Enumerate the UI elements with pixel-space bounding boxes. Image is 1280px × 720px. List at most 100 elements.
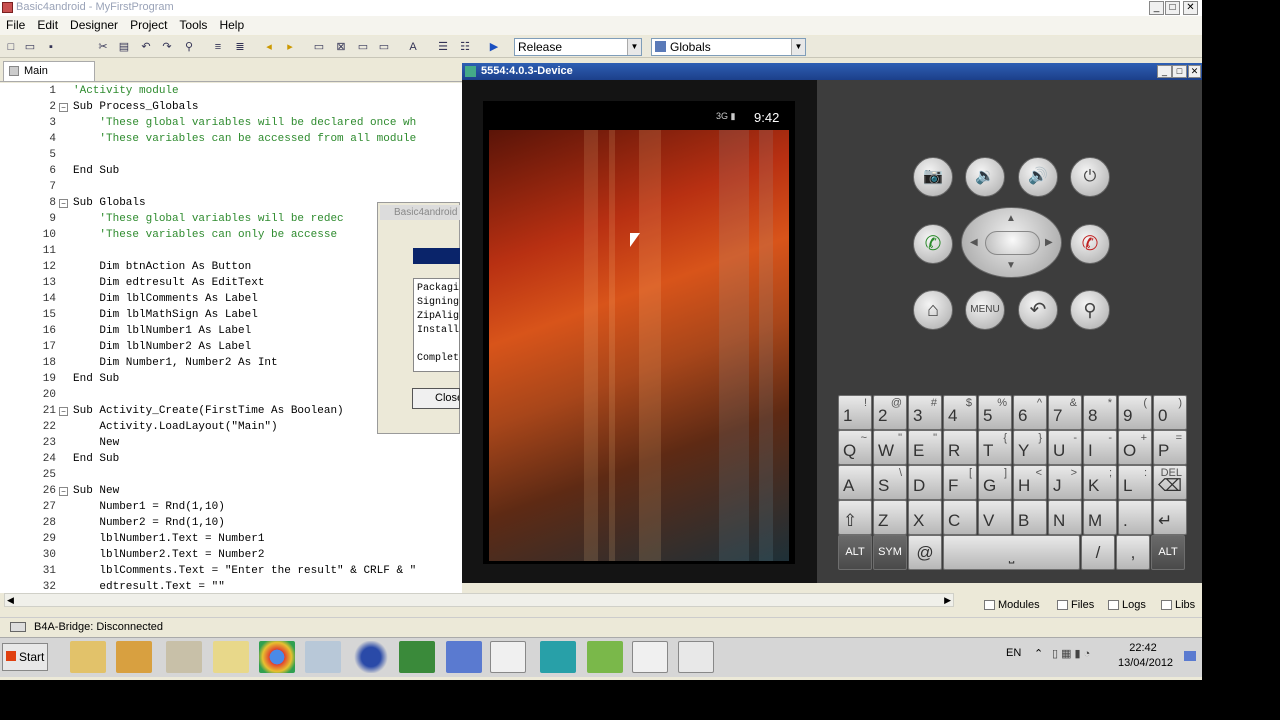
code-line[interactable]: Activity.LoadLayout("Main") [73,419,277,435]
key[interactable]: W " [873,430,907,465]
bb-taskbar-icon[interactable] [540,641,576,673]
key-comma[interactable]: , [1116,535,1150,570]
key[interactable]: 0) [1153,395,1187,430]
key[interactable]: G] [978,465,1012,500]
key[interactable]: V [978,500,1012,535]
key-sym[interactable]: SYM [873,535,907,570]
menu-project[interactable]: Project [124,16,173,35]
code-line[interactable]: edtresult.Text = "" [73,579,224,593]
dpad-left-icon[interactable]: ◀ [970,237,978,248]
code-line[interactable]: 'These variables can only be accesse [73,227,337,243]
fold-toggle-icon[interactable]: − [59,407,68,416]
key[interactable]: O + [1118,430,1152,465]
code-line[interactable]: Dim edtresult As EditText [73,275,264,291]
list-icon[interactable]: ☷ [458,40,472,54]
remove-icon[interactable]: ⊠ [334,40,348,54]
menu-designer[interactable]: Designer [64,16,124,35]
open-folder-icon[interactable]: ▭ [23,40,37,54]
paste-icon[interactable]: ▤ [117,40,131,54]
key[interactable]: B [1013,500,1047,535]
key-alt-right[interactable]: ALT [1151,535,1185,570]
code-line[interactable]: Dim Number1, Number2 As Int [73,355,277,371]
key[interactable]: A [838,465,872,500]
basic4android-taskbar-icon[interactable] [490,641,526,673]
save-icon[interactable]: ▪ [44,40,58,54]
key[interactable]: H < [1013,465,1047,500]
search-button[interactable]: ⚲ [1070,290,1110,330]
key[interactable]: I- [1083,430,1117,465]
code-line[interactable]: Dim lblComments As Label [73,291,257,307]
key-alt-left[interactable]: ALT [838,535,872,570]
horizontal-scrollbar[interactable]: ◀ ▶ [4,593,954,607]
key[interactable]: Y} [1013,430,1047,465]
start-button[interactable]: Start [2,643,48,671]
build-config-select[interactable]: Release ▼ [514,38,642,56]
key[interactable]: ↵ [1153,500,1187,535]
redo-icon[interactable]: ↷ [160,40,174,54]
code-line[interactable]: 'These global variables will be declared… [73,115,416,131]
key[interactable]: E " [908,430,942,465]
wallpaper[interactable] [489,130,789,561]
key[interactable]: J > [1048,465,1082,500]
designer-icon[interactable]: ▭ [312,40,326,54]
home-button[interactable]: ⌂ [913,290,953,330]
key[interactable]: P = [1153,430,1187,465]
key[interactable]: 7 & [1048,395,1082,430]
key-at[interactable]: @ [908,535,942,570]
notes-taskbar-icon[interactable] [213,641,249,673]
comment-icon[interactable]: ▭ [356,40,370,54]
tab-logs[interactable]: Logs [1106,596,1150,614]
network-taskbar-icon[interactable] [446,641,482,673]
tree-icon[interactable]: ☰ [436,40,450,54]
key[interactable]: M [1083,500,1117,535]
emulator-minimize-button[interactable]: _ [1157,65,1172,78]
code-line[interactable]: 'Activity module [73,83,179,99]
scroll-left-icon[interactable]: ◀ [7,595,14,606]
key[interactable]: F[ [943,465,977,500]
code-line[interactable]: Dim lblNumber2 As Label [73,339,251,355]
eclipse-taskbar-icon[interactable] [353,641,389,673]
code-line[interactable]: Dim lblMathSign As Label [73,307,257,323]
key[interactable]: 1! [838,395,872,430]
menu-edit[interactable]: Edit [31,16,64,35]
code-line[interactable]: lblNumber2.Text = Number2 [73,547,264,563]
power-button[interactable]: ⏻ [1070,157,1110,197]
tab-files[interactable]: Files [1055,596,1097,614]
cut-icon[interactable]: ✂ [96,40,110,54]
chrome-taskbar-icon[interactable] [259,641,295,673]
code-line[interactable]: End Sub [73,451,119,467]
key[interactable]: ⌫ DEL [1153,465,1187,500]
key-space[interactable]: ⎵ [943,535,1080,570]
fold-toggle-icon[interactable]: − [59,199,68,208]
volume-down-button[interactable]: 🔉 [965,157,1005,197]
excel-taskbar-icon[interactable] [399,641,435,673]
download-taskbar-icon[interactable] [587,641,623,673]
media-taskbar-icon[interactable] [116,641,152,673]
module-select[interactable]: Globals ▼ [651,38,806,56]
camera-button[interactable]: 📷 [913,157,953,197]
uncomment-icon[interactable]: ▭ [377,40,391,54]
back-button[interactable]: ↶ [1018,290,1058,330]
compile-taskbar-icon[interactable] [632,641,668,673]
code-line[interactable]: Sub New [73,483,119,499]
code-line[interactable]: Sub Process_Globals [73,99,198,115]
menu-help[interactable]: Help [213,16,250,35]
key[interactable]: 4 $ [943,395,977,430]
maximize-button[interactable]: □ [1165,1,1180,15]
key[interactable]: L: [1118,465,1152,500]
code-line[interactable]: Sub Globals [73,195,146,211]
key[interactable]: T{ [978,430,1012,465]
key[interactable]: K; [1083,465,1117,500]
emulator-taskbar-icon[interactable] [678,641,714,673]
code-line[interactable]: End Sub [73,371,119,387]
key[interactable]: 8 * [1083,395,1117,430]
language-indicator[interactable]: EN [1006,647,1021,659]
key[interactable]: 5% [978,395,1012,430]
dpad-right-icon[interactable]: ▶ [1045,237,1053,248]
code-line[interactable]: 'These global variables will be redec [73,211,343,227]
font-size-icon[interactable]: A [406,40,420,54]
find-icon[interactable]: ⚲ [182,40,196,54]
indent-icon[interactable]: ≡ [211,40,225,54]
code-line[interactable]: New [73,435,119,451]
outdent-icon[interactable]: ≣ [233,40,247,54]
